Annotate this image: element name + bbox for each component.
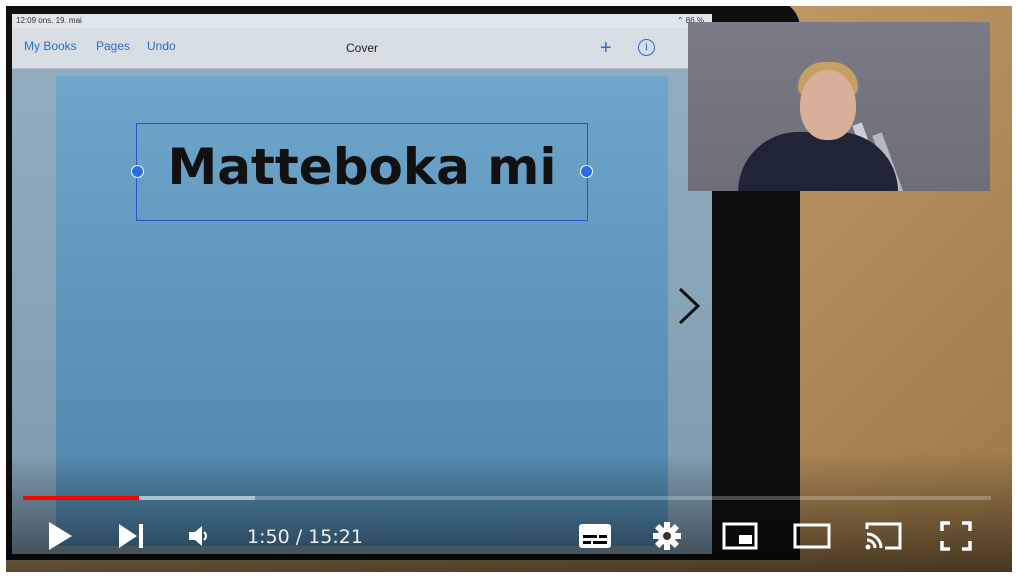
app-nav-bar: My Books Pages Undo Cover + i xyxy=(12,28,712,69)
volume-button[interactable] xyxy=(184,518,214,554)
time-display: 1:50 / 15:21 xyxy=(247,526,363,548)
progress-bar[interactable] xyxy=(23,496,991,500)
miniplayer-button[interactable] xyxy=(720,518,760,554)
cover-title-box[interactable]: Matteboka mi xyxy=(131,123,593,221)
ipad-status-bar: 12:09 ons. 19. mai ⌃ 86 % xyxy=(12,14,712,28)
video-player[interactable]: 12:09 ons. 19. mai ⌃ 86 % My Books Pages… xyxy=(6,6,1012,572)
settings-button[interactable] xyxy=(649,518,685,554)
theater-mode-icon xyxy=(793,523,831,549)
gear-icon xyxy=(653,522,681,550)
progress-played xyxy=(23,496,140,500)
info-icon[interactable]: i xyxy=(638,39,655,56)
play-icon xyxy=(49,522,72,550)
add-icon[interactable]: + xyxy=(600,38,612,58)
cast-button[interactable] xyxy=(863,518,905,554)
next-icon xyxy=(119,524,143,548)
next-button[interactable] xyxy=(114,518,148,554)
webcam-overlay xyxy=(688,22,990,191)
status-time: 12:09 ons. 19. mai xyxy=(16,16,82,25)
presenter-head xyxy=(800,70,856,140)
volume-icon xyxy=(189,526,207,546)
play-button[interactable] xyxy=(42,518,78,554)
cover-title: Matteboka mi xyxy=(167,138,557,196)
theater-mode-button[interactable] xyxy=(791,518,833,554)
subtitles-icon xyxy=(579,524,611,548)
fullscreen-icon xyxy=(940,521,972,551)
cast-icon xyxy=(865,522,902,550)
subtitles-button[interactable] xyxy=(576,518,614,554)
miniplayer-icon xyxy=(722,522,758,550)
chevron-right-icon[interactable] xyxy=(676,286,702,326)
controls-gradient xyxy=(6,452,1012,572)
fullscreen-button[interactable] xyxy=(938,518,974,554)
